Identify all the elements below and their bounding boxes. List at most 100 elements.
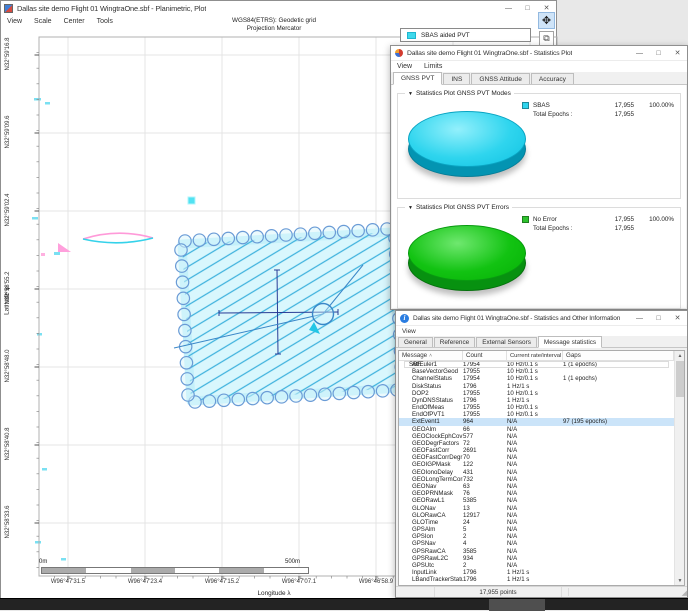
table-row[interactable]: InputLink 1796 1 Hz/1 s: [399, 569, 674, 576]
scroll-down-icon[interactable]: ▼: [675, 576, 685, 585]
legend-percent: 100.00%: [634, 102, 674, 109]
table-row[interactable]: GPSRawCA 3585 N/A: [399, 547, 674, 554]
window-title: Dallas site demo Flight 01 WingtraOne.sb…: [17, 4, 206, 13]
tab[interactable]: GNSS PVT: [393, 72, 442, 85]
table-row[interactable]: GEOFastCorrDegr 70 N/A: [399, 454, 674, 461]
pan-tool-button[interactable]: ✥: [538, 12, 555, 29]
tabbar-statistics-information: GeneralReferenceExternal SensorsMessage …: [396, 336, 687, 348]
pie-top: [408, 111, 526, 167]
table-row[interactable]: GPSUtc 2 N/A: [399, 562, 674, 569]
titlebar-statistics-information[interactable]: i Dallas site demo Flight 01 WingtraOne.…: [396, 311, 687, 326]
total-epochs-value: 17,955: [604, 225, 634, 232]
table-row[interactable]: DynDNSStatus 1796 1 Hz/1 s: [399, 397, 674, 404]
survey-area: [182, 232, 401, 401]
titlebar-statistics-plot[interactable]: Dallas site demo Flight 01 WingtraOne.sb…: [391, 46, 687, 61]
titlebar-main[interactable]: Dallas site demo Flight 01 WingtraOne.sb…: [1, 1, 556, 15]
map-legend: SBAS aided PVT: [400, 28, 531, 42]
collapse-arrow-icon[interactable]: ▼: [408, 205, 413, 211]
window-statistics-information: i Dallas site demo Flight 01 WingtraOne.…: [395, 310, 688, 598]
table-row[interactable]: GPSNav 4 N/A: [399, 540, 674, 547]
total-epochs-label: Total Epochs :: [522, 225, 604, 232]
pie-chart-pvt-modes: [408, 111, 526, 179]
lat-tick-label: N32°59'16.8: [5, 34, 11, 74]
windows-taskbar[interactable]: [0, 598, 688, 610]
table-row[interactable]: GEOClockEphCovMatrix 577 N/A: [399, 433, 674, 440]
lon-tick-label: W96°47'23.4: [115, 579, 175, 585]
maximize-button[interactable]: □: [649, 46, 668, 60]
menu-item[interactable]: View: [396, 328, 422, 335]
column-header-rate[interactable]: Current rate/interval: [507, 351, 563, 360]
table-row[interactable]: GLORawCA 12917 N/A: [399, 512, 674, 519]
table-row[interactable]: ChannelStatus 17954 10 Hz/0.1 s 1 (1 epo…: [399, 375, 674, 382]
window-overlap-button[interactable]: ⧉: [539, 31, 554, 46]
table-row[interactable]: GPSRawL2C 934 N/A: [399, 555, 674, 562]
legend-swatch-sbas: [407, 32, 416, 39]
close-button[interactable]: ✕: [668, 46, 687, 60]
maximize-button[interactable]: □: [518, 1, 537, 15]
table-row[interactable]: DiskStatus 1796 1 Hz/1 s: [399, 383, 674, 390]
minimize-button[interactable]: —: [630, 46, 649, 60]
table-row[interactable]: LBandTrackerStatus1 1796 1 Hz/1 s: [399, 576, 674, 583]
table-row[interactable]: GPSAlm 5 N/A: [399, 526, 674, 533]
table-row[interactable]: ExtEvent1 964 N/A 97 (195 epochs): [399, 418, 674, 425]
window-statistics-plot: Dallas site demo Flight 01 WingtraOne.sb…: [390, 45, 688, 310]
lon-tick-label: W96°47'07.1: [269, 579, 329, 585]
scrollbar-thumb[interactable]: [676, 361, 684, 397]
table-row[interactable]: GEOFastCorr 2691 N/A: [399, 447, 674, 454]
table-row[interactable]: EndOfMeas 17955 10 Hz/0.1 s: [399, 404, 674, 411]
legend-swatch-no-error: [522, 216, 529, 223]
menu-item[interactable]: Limits: [418, 63, 448, 70]
table-row[interactable]: GEOLongTermCorr 732 N/A: [399, 476, 674, 483]
tab[interactable]: Message statistics: [538, 336, 602, 348]
taskbar-app-button[interactable]: [489, 599, 545, 611]
table-row[interactable]: EndOfPVT1 17955 10 Hz/0.1 s: [399, 411, 674, 418]
lat-tick-label: N32°59'02.4: [5, 190, 11, 230]
column-header-gaps[interactable]: Gaps: [563, 351, 674, 360]
menu-item[interactable]: View: [391, 63, 418, 70]
legend-swatch-sbas: [522, 102, 529, 109]
table-row[interactable]: GLONav 13 N/A: [399, 504, 674, 511]
column-header-message[interactable]: Message ˄: [399, 351, 463, 360]
pie-app-icon: [395, 49, 403, 57]
resize-grip[interactable]: ◢: [682, 590, 687, 597]
table-body: SBF AttEuler1 17954 10 Hz/0.1 s 1 (1 epo…: [399, 361, 674, 585]
lat-tick-label: N32°58'48.0: [5, 346, 11, 386]
scroll-up-icon[interactable]: ▲: [675, 351, 685, 360]
lat-tick-label: N32°58'33.6: [5, 502, 11, 542]
table-row[interactable]: BaseVectorGeod 17955 10 Hz/0.1 s: [399, 368, 674, 375]
tab[interactable]: Accuracy: [531, 73, 574, 84]
message-statistics-table: Message ˄ Count Current rate/interval Ga…: [398, 350, 685, 586]
table-header: Message ˄ Count Current rate/interval Ga…: [399, 351, 674, 361]
menubar-statistics-plot: ViewLimits: [391, 61, 687, 72]
tab[interactable]: General: [398, 337, 433, 347]
points-count: 17,955 points: [434, 587, 562, 597]
flight-turn-loops: [175, 223, 408, 408]
table-row[interactable]: GEOPRNMask 76 N/A: [399, 490, 674, 497]
tab[interactable]: GNSS Attitude: [471, 73, 530, 84]
vertical-scrollbar[interactable]: ▲ ▼: [674, 351, 684, 585]
tab[interactable]: Reference: [434, 337, 476, 347]
table-row[interactable]: GEOIGPMask 122 N/A: [399, 461, 674, 468]
collapse-arrow-icon[interactable]: ▼: [408, 91, 413, 97]
window-title: Dallas site demo Flight 01 WingtraOne.sb…: [407, 50, 572, 57]
table-row[interactable]: GEOAlm 66 N/A: [399, 426, 674, 433]
minimize-button[interactable]: —: [630, 311, 649, 325]
table-row[interactable]: GEORawL1 5385 N/A: [399, 497, 674, 504]
close-button[interactable]: ✕: [668, 311, 687, 325]
table-row[interactable]: GPSIon 2 N/A: [399, 533, 674, 540]
legend-label: SBAS aided PVT: [421, 32, 470, 39]
table-row[interactable]: GLOTime 24 N/A: [399, 519, 674, 526]
table-row[interactable]: GEONav 63 N/A: [399, 483, 674, 490]
total-epochs-label: Total Epochs :: [522, 111, 604, 118]
minimize-button[interactable]: —: [499, 1, 518, 15]
table-row[interactable]: GEOIonoDelay 431 N/A: [399, 469, 674, 476]
column-header-count[interactable]: Count: [463, 351, 507, 360]
table-row[interactable]: GEODegrFactors 72 N/A: [399, 440, 674, 447]
takeoff-lens-marker: [41, 233, 153, 256]
table-row[interactable]: DOP2 17955 10 Hz/0.1 s: [399, 390, 674, 397]
menu-item[interactable]: View: [1, 18, 28, 25]
tab[interactable]: INS: [443, 73, 470, 84]
cursor-crosshair: [219, 270, 338, 354]
tab[interactable]: External Sensors: [476, 337, 537, 347]
maximize-button[interactable]: □: [649, 311, 668, 325]
